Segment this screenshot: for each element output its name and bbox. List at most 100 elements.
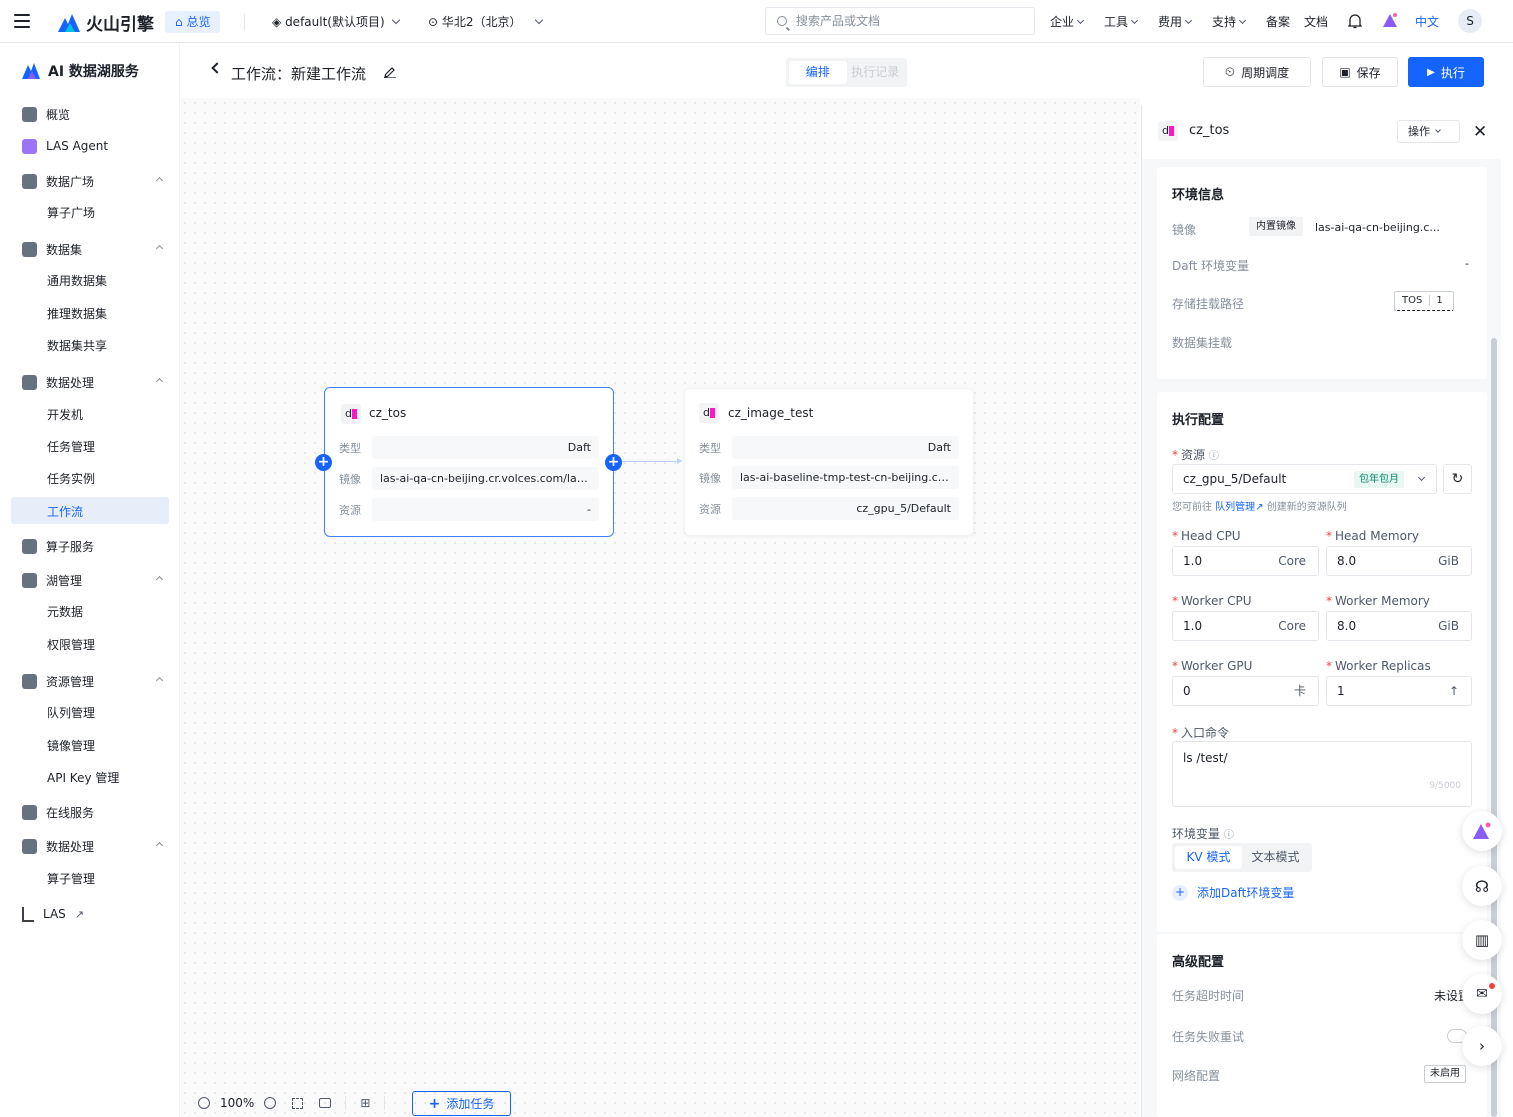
sidebar-item-dataset-share[interactable]: 数据集共享 (47, 337, 107, 354)
worker-gpu-input[interactable]: 0卡 (1172, 676, 1319, 706)
ai-assistant-icon[interactable] (1382, 12, 1398, 28)
operations-dropdown[interactable]: 操作 (1397, 120, 1460, 143)
row-key: 资源 (339, 504, 361, 517)
sidebar-item-task-manage[interactable]: 任务管理 (47, 438, 95, 455)
collapse-float-button[interactable]: › (1462, 1026, 1502, 1066)
add-downstream-icon[interactable]: + (605, 454, 622, 471)
arrow-up-icon[interactable]: ↑ (1449, 677, 1459, 705)
toolbar-divider (345, 1096, 347, 1110)
support-float-button[interactable]: ☊ (1462, 866, 1502, 906)
env-info-section: 环境信息 镜像 内置镜像 las-ai-qa-cn-beijing.c... D… (1157, 167, 1487, 379)
sidebar-item-data-processing-2[interactable]: 数据处理 (22, 836, 164, 856)
menu-billing[interactable]: 费用 (1158, 13, 1193, 30)
sidebar-item-inference-dataset[interactable]: 推理数据集 (47, 305, 107, 322)
image-label: 镜像 (1172, 223, 1197, 237)
language-switch[interactable]: 中文 (1415, 13, 1439, 30)
tab-text-mode[interactable]: 文本模式 (1242, 846, 1309, 869)
menu-icon[interactable] (14, 14, 30, 28)
sidebar-item-data-square[interactable]: 数据广场 (22, 171, 164, 191)
sidebar-item-data-processing[interactable]: 数据处理 (22, 372, 164, 392)
unit-label: GiB (1438, 619, 1459, 633)
daft-icon: d (1158, 121, 1178, 141)
project-selector[interactable]: ◈ default(默认项目) (272, 13, 400, 30)
region-selector[interactable]: ⊙ 华北2（北京） (428, 13, 543, 30)
external-link-icon: ↗ (1255, 502, 1264, 513)
docs-float-button[interactable]: ▥ (1462, 920, 1502, 960)
sidebar-item-label: 湖管理 (46, 573, 83, 588)
queue-manage-link[interactable]: 队列管理 (1215, 502, 1255, 513)
storage-mount-tag[interactable]: TOS 1 (1394, 291, 1454, 311)
sidebar-item-resource-manage[interactable]: 资源管理 (22, 671, 164, 691)
add-task-button[interactable]: + 添加任务 (412, 1091, 511, 1116)
brand-logo[interactable]: 火山引擎 (58, 10, 154, 35)
head-memory-input[interactable]: 8.0 GiB (1326, 546, 1472, 576)
worker-gpu-label: * Worker GPU (1172, 659, 1253, 673)
menu-docs[interactable]: 文档 (1304, 13, 1328, 30)
sidebar-item-image-manage[interactable]: 镜像管理 (47, 737, 95, 754)
avatar[interactable]: S (1458, 9, 1482, 33)
search-input[interactable]: 搜索产品或文档 (765, 7, 1035, 35)
sidebar-item-operator-service[interactable]: 算子服务 (22, 536, 162, 556)
run-button[interactable]: ▶ 执行 (1408, 57, 1484, 87)
zoom-out-icon[interactable] (198, 1097, 210, 1109)
sidebar-item-online-service[interactable]: 在线服务 (22, 802, 162, 822)
tab-kv-mode[interactable]: KV 模式 (1175, 846, 1242, 869)
sidebar-item-las-agent[interactable]: LAS Agent (22, 136, 162, 156)
sidebar-item-permission[interactable]: 权限管理 (47, 636, 95, 653)
sidebar-item-metadata[interactable]: 元数据 (47, 603, 83, 620)
sidebar-item-las[interactable]: LAS ↗ (22, 904, 162, 924)
menu-tools[interactable]: 工具 (1104, 13, 1139, 30)
sidebar-item-label: 数据处理 (46, 375, 95, 390)
bell-icon[interactable] (1348, 14, 1362, 29)
fit-view-icon[interactable] (292, 1097, 304, 1109)
sidebar-item-dev-machine[interactable]: 开发机 (47, 406, 83, 423)
worker-cpu-input[interactable]: 1.0 Core (1172, 611, 1319, 641)
menu-enterprise[interactable]: 企业 (1050, 13, 1085, 30)
sidebar-item-overview[interactable]: 概览 (22, 104, 162, 124)
sparkle-icon (22, 138, 37, 154)
minimap-icon[interactable] (319, 1098, 332, 1108)
worker-replicas-input[interactable]: 1 ↑ (1326, 676, 1472, 706)
entry-command-textarea[interactable]: ls /test/9/5000 (1172, 741, 1472, 807)
add-env-var-button[interactable]: + 添加Daft环境变量 (1172, 884, 1294, 901)
menu-support[interactable]: 支持 (1212, 13, 1247, 30)
tab-run-history[interactable]: 执行记录 (847, 61, 905, 84)
sidebar-item-workflow[interactable]: 工作流 (47, 503, 83, 520)
close-icon[interactable]: ✕ (1473, 122, 1487, 142)
sidebar-item-operator-square[interactable]: 算子广场 (47, 204, 95, 221)
add-upstream-icon[interactable]: + (315, 454, 332, 471)
schedule-button[interactable]: ⏲ 周期调度 (1203, 57, 1311, 87)
edit-icon[interactable] (384, 66, 396, 78)
head-cpu-input[interactable]: 1.0 Core (1172, 546, 1319, 576)
workflow-node-cz-image-test[interactable]: d cz_image_test 类型 Daft 镜像 las-ai-baseline… (684, 388, 974, 536)
input-value: 8.0 (1337, 619, 1357, 633)
sidebar-item-dataset[interactable]: 数据集 (22, 239, 164, 259)
sidebar-item-task-instance[interactable]: 任务实例 (47, 470, 95, 487)
resource-select[interactable]: cz_gpu_5/Default 包年包月 (1172, 464, 1437, 494)
ai-assistant-float-button[interactable] (1462, 811, 1502, 851)
sidebar-item-operator-manage[interactable]: 算子管理 (47, 870, 95, 887)
sidebar-item-general-dataset[interactable]: 通用数据集 (47, 272, 107, 289)
feedback-float-button[interactable]: ✉ (1462, 974, 1502, 1014)
row-value: cz_gpu_5/Default (732, 497, 959, 520)
worker-memory-input[interactable]: 8.0 GiB (1326, 611, 1472, 641)
chevron-down-icon (534, 15, 543, 25)
workflow-canvas[interactable] (180, 98, 1140, 1117)
zoom-in-icon[interactable] (264, 1097, 277, 1109)
hint-prefix: 您可前往 (1172, 502, 1212, 513)
overview-button[interactable]: ⌂ 总览 (165, 11, 221, 33)
row-value: Daft (372, 436, 599, 459)
refresh-icon[interactable]: ↻ (1443, 464, 1472, 494)
node-title: cz_tos (369, 406, 407, 420)
sidebar-item-api-key[interactable]: API Key 管理 (47, 769, 119, 786)
auto-layout-icon[interactable]: ⊞ (360, 1096, 370, 1110)
env-mode-tabs: KV 模式 文本模式 (1172, 843, 1312, 872)
tab-orchestrate[interactable]: 编排 (789, 61, 847, 84)
sidebar-item-queue-manage[interactable]: 队列管理 (47, 704, 95, 721)
add-task-label: 添加任务 (446, 1097, 495, 1111)
workflow-node-cz-tos[interactable]: d cz_tos 类型 Daft 镜像 las-ai-qa-cn-beijing.c… (324, 387, 614, 537)
menu-filing[interactable]: 备案 (1266, 13, 1290, 30)
save-button[interactable]: ▣ 保存 (1322, 57, 1398, 87)
sidebar-item-lake-manage[interactable]: 湖管理 (22, 570, 164, 590)
search-icon (777, 16, 787, 26)
